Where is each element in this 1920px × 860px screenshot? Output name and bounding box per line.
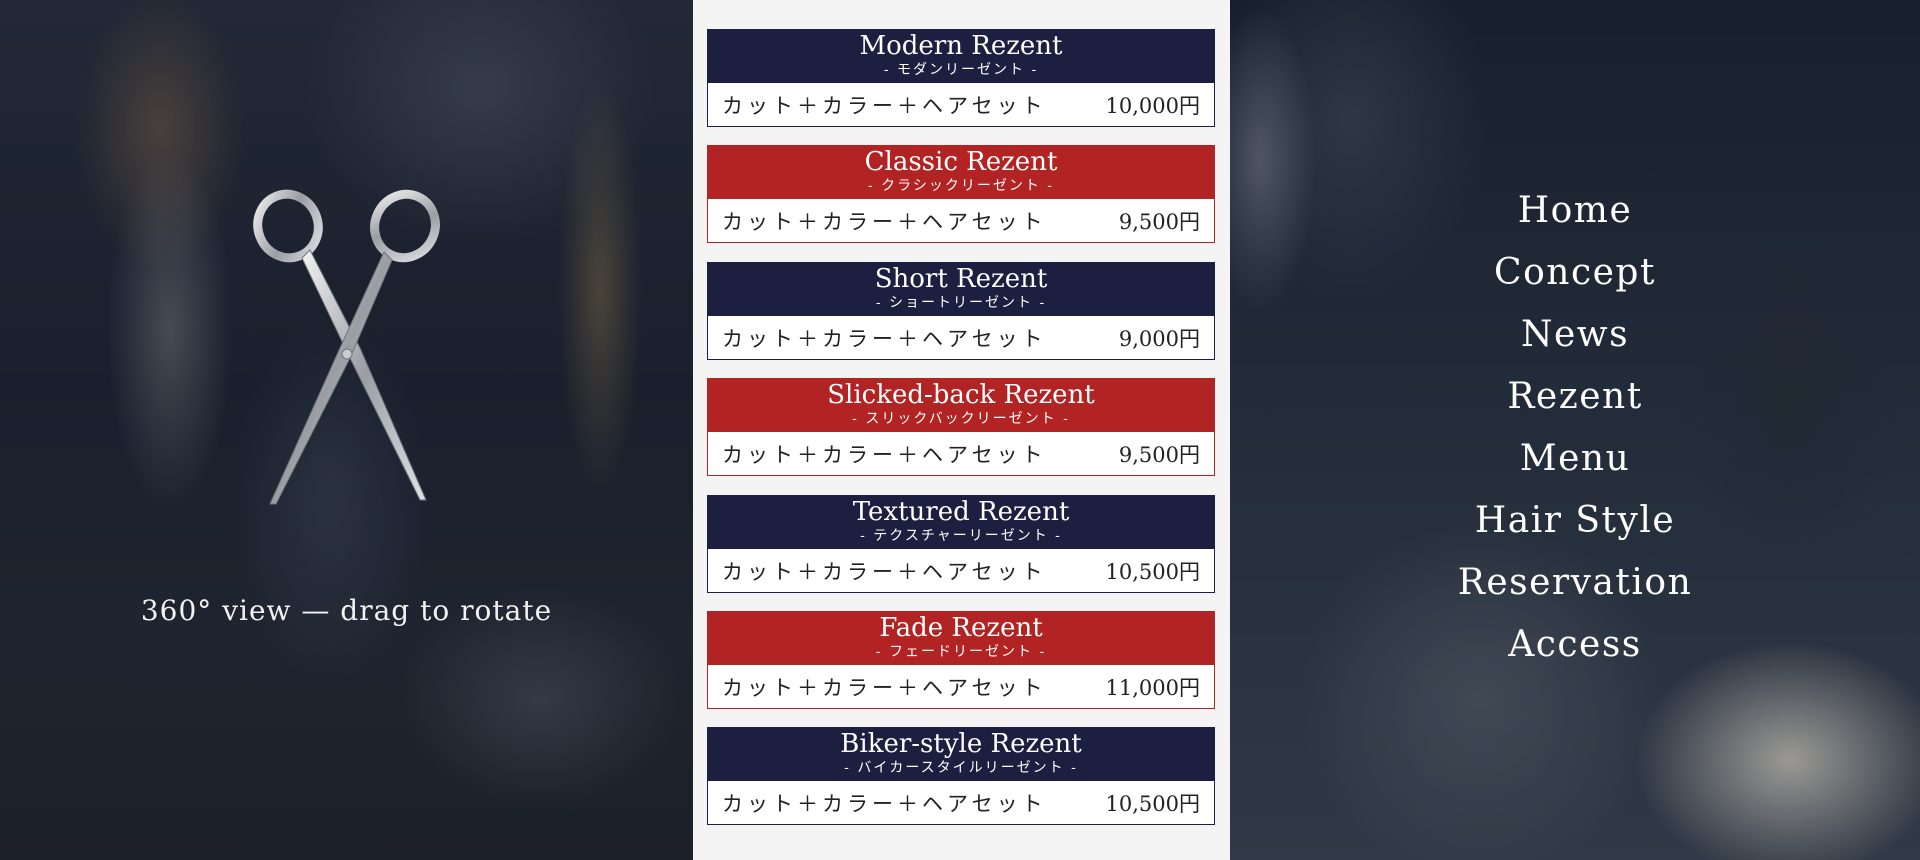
nav-link-menu[interactable]: Menu: [1520, 438, 1631, 479]
menu-card-price: 10,000円: [1105, 93, 1200, 118]
menu-card-header: Slicked-back Rezent - スリックバックリーゼント -: [707, 378, 1215, 432]
menu-card-body: カット＋カラー＋ヘアセット 10,000円: [707, 83, 1215, 127]
menu-card-price: 9,000円: [1118, 326, 1200, 351]
menu-card: Textured Rezent - テクスチャーリーゼント - カット＋カラー＋…: [707, 495, 1215, 593]
menu-card: Fade Rezent - フェードリーゼント - カット＋カラー＋ヘアセット …: [707, 611, 1215, 709]
menu-card-header: Fade Rezent - フェードリーゼント -: [707, 611, 1215, 665]
menu-card-description: カット＋カラー＋ヘアセット: [722, 93, 1047, 118]
menu-card-title: Classic Rezent: [864, 147, 1058, 177]
menu-card-body: カット＋カラー＋ヘアセット 9,000円: [707, 316, 1215, 360]
menu-card-price: 11,000円: [1105, 675, 1200, 700]
menu-card-body: カット＋カラー＋ヘアセット 10,500円: [707, 549, 1215, 593]
menu-card: Classic Rezent - クラシックリーゼント - カット＋カラー＋ヘア…: [707, 145, 1215, 243]
menu-card-title: Short Rezent: [874, 264, 1048, 294]
menu-card-price: 9,500円: [1118, 442, 1200, 467]
menu-card-body: カット＋カラー＋ヘアセット 9,500円: [707, 432, 1215, 476]
menu-card-title: Textured Rezent: [852, 497, 1070, 527]
menu-panel: Modern Rezent - モダンリーゼント - カット＋カラー＋ヘアセット…: [693, 0, 1230, 860]
menu-card-price: 10,500円: [1105, 559, 1200, 584]
nav-item-rezent: Rezent: [1230, 372, 1920, 434]
menu-card-body: カット＋カラー＋ヘアセット 9,500円: [707, 199, 1215, 243]
menu-card-description: カット＋カラー＋ヘアセット: [722, 442, 1047, 467]
viewer-caption: 360° view — drag to rotate: [140, 594, 553, 627]
menu-card: Slicked-back Rezent - スリックバックリーゼント - カット…: [707, 378, 1215, 476]
menu-card-title: Modern Rezent: [859, 31, 1063, 61]
menu-card-title: Slicked-back Rezent: [827, 380, 1095, 410]
menu-card-subtitle: - バイカースタイルリーゼント -: [844, 760, 1078, 776]
nav-item-menu: Menu: [1230, 434, 1920, 496]
main-nav: Home Concept News Rezent Menu Hair Style…: [1230, 186, 1920, 682]
nav-link-rezent[interactable]: Rezent: [1507, 376, 1642, 417]
menu-card-body: カット＋カラー＋ヘアセット 11,000円: [707, 665, 1215, 709]
menu-card-description: カット＋カラー＋ヘアセット: [722, 326, 1047, 351]
menu-card-title: Fade Rezent: [879, 613, 1043, 643]
nav-link-access[interactable]: Access: [1508, 624, 1642, 665]
nav-item-hair-style: Hair Style: [1230, 496, 1920, 558]
nav-link-hair-style[interactable]: Hair Style: [1475, 500, 1675, 541]
menu-card-header: Short Rezent - ショートリーゼント -: [707, 262, 1215, 316]
menu-card-header: Biker-style Rezent - バイカースタイルリーゼント -: [707, 727, 1215, 781]
menu-card-subtitle: - クラシックリーゼント -: [867, 178, 1055, 194]
menu-card-description: カット＋カラー＋ヘアセット: [722, 675, 1047, 700]
nav-link-reservation[interactable]: Reservation: [1458, 562, 1693, 603]
menu-card-subtitle: - ショートリーゼント -: [875, 295, 1047, 311]
menu-card-price: 9,500円: [1118, 209, 1200, 234]
scissors-icon[interactable]: [250, 188, 446, 506]
menu-card-price: 10,500円: [1105, 791, 1200, 816]
menu-card: Short Rezent - ショートリーゼント - カット＋カラー＋ヘアセット…: [707, 262, 1215, 360]
nav-link-concept[interactable]: Concept: [1494, 252, 1656, 293]
menu-card-subtitle: - スリックバックリーゼント -: [852, 411, 1070, 427]
menu-card-description: カット＋カラー＋ヘアセット: [722, 791, 1047, 816]
nav-item-access: Access: [1230, 620, 1920, 682]
menu-card: Biker-style Rezent - バイカースタイルリーゼント - カット…: [707, 727, 1215, 825]
menu-card-description: カット＋カラー＋ヘアセット: [722, 559, 1047, 584]
nav-item-reservation: Reservation: [1230, 558, 1920, 620]
nav-item-news: News: [1230, 310, 1920, 372]
nav-item-concept: Concept: [1230, 248, 1920, 310]
menu-card-header: Modern Rezent - モダンリーゼント -: [707, 29, 1215, 83]
menu-card-header: Textured Rezent - テクスチャーリーゼント -: [707, 495, 1215, 549]
menu-card-body: カット＋カラー＋ヘアセット 10,500円: [707, 781, 1215, 825]
menu-card-title: Biker-style Rezent: [840, 729, 1082, 759]
menu-card-header: Classic Rezent - クラシックリーゼント -: [707, 145, 1215, 199]
menu-card-subtitle: - フェードリーゼント -: [875, 644, 1047, 660]
menu-card: Modern Rezent - モダンリーゼント - カット＋カラー＋ヘアセット…: [707, 29, 1215, 127]
menu-card-subtitle: - テクスチャーリーゼント -: [860, 528, 1062, 544]
menu-card-subtitle: - モダンリーゼント -: [883, 62, 1039, 78]
nav-link-home[interactable]: Home: [1518, 190, 1633, 231]
nav-link-news[interactable]: News: [1521, 314, 1629, 355]
menu-card-description: カット＋カラー＋ヘアセット: [722, 209, 1047, 234]
nav-item-home: Home: [1230, 186, 1920, 248]
